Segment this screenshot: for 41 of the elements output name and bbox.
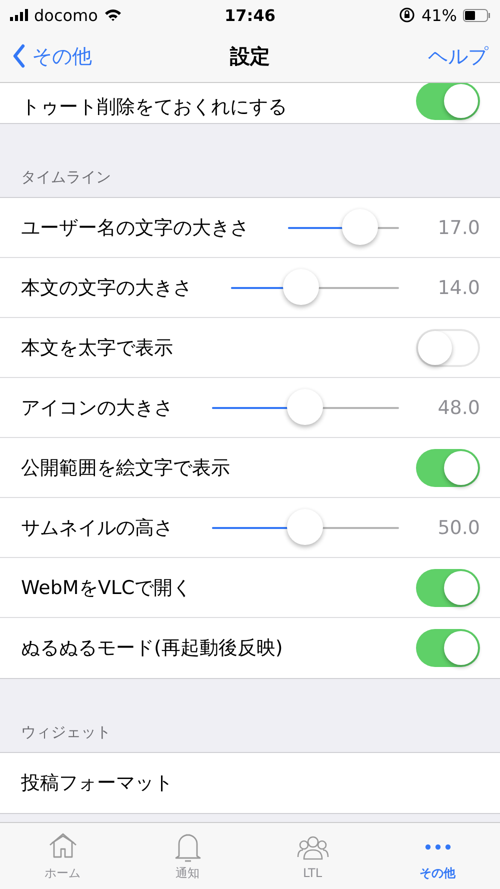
slider-value: 50.0 bbox=[438, 516, 480, 538]
section-header: ウィジェット bbox=[21, 723, 111, 742]
setting-label: サムネイルの高さ bbox=[21, 516, 173, 540]
toggle-switch[interactable] bbox=[416, 448, 480, 486]
setting-label: ぬるぬるモード(再起動後反映) bbox=[21, 636, 283, 661]
toggle-switch[interactable] bbox=[416, 568, 480, 606]
slider-thumb[interactable] bbox=[287, 388, 324, 424]
setting-label: ユーザー名の文字の大きさ bbox=[21, 216, 249, 240]
toggle-switch[interactable] bbox=[416, 629, 480, 667]
setting-label: アイコンの大きさ bbox=[21, 396, 173, 420]
slider-value: 48.0 bbox=[438, 396, 480, 418]
setting-label: 投稿フォーマット bbox=[21, 771, 173, 796]
help-button[interactable]: ヘルプ bbox=[378, 42, 488, 70]
toggle-switch[interactable] bbox=[416, 83, 480, 120]
slider-thumb[interactable] bbox=[287, 508, 324, 544]
signal-icon bbox=[10, 9, 28, 21]
setting-label: 公開範囲を絵文字で表示 bbox=[21, 456, 230, 480]
slider-value: 17.0 bbox=[438, 216, 480, 238]
tab-item[interactable]: その他 bbox=[375, 823, 500, 889]
chevron-left-icon bbox=[12, 44, 26, 68]
toggle-switch[interactable] bbox=[416, 328, 480, 366]
setting-label: 本文を太字で表示 bbox=[21, 336, 173, 360]
more-icon bbox=[424, 844, 450, 850]
slider-thumb[interactable] bbox=[283, 268, 320, 304]
back-button[interactable]: その他 bbox=[12, 42, 122, 70]
clock-time: 17:46 bbox=[224, 6, 276, 24]
battery-percent: 41% bbox=[421, 6, 457, 24]
slider-value: 14.0 bbox=[438, 276, 480, 298]
slider-thumb[interactable] bbox=[342, 208, 378, 244]
wifi-icon bbox=[104, 8, 122, 22]
setting-label: 本文の文字の大きさ bbox=[21, 276, 192, 300]
setting-label: トゥート削除をておくれにする bbox=[21, 95, 287, 120]
tab-item[interactable]: ホーム bbox=[0, 823, 125, 889]
setting-label: WebMをVLCで開く bbox=[21, 576, 192, 600]
rotation-lock-icon bbox=[399, 7, 416, 23]
battery-icon bbox=[463, 8, 490, 22]
carrier-name: docomo bbox=[34, 6, 98, 24]
section-header: タイムライン bbox=[21, 168, 111, 187]
tab-item[interactable]: LTL bbox=[250, 823, 375, 889]
nav-title: 設定 bbox=[230, 42, 270, 70]
tab-item[interactable]: 通知 bbox=[125, 823, 250, 889]
